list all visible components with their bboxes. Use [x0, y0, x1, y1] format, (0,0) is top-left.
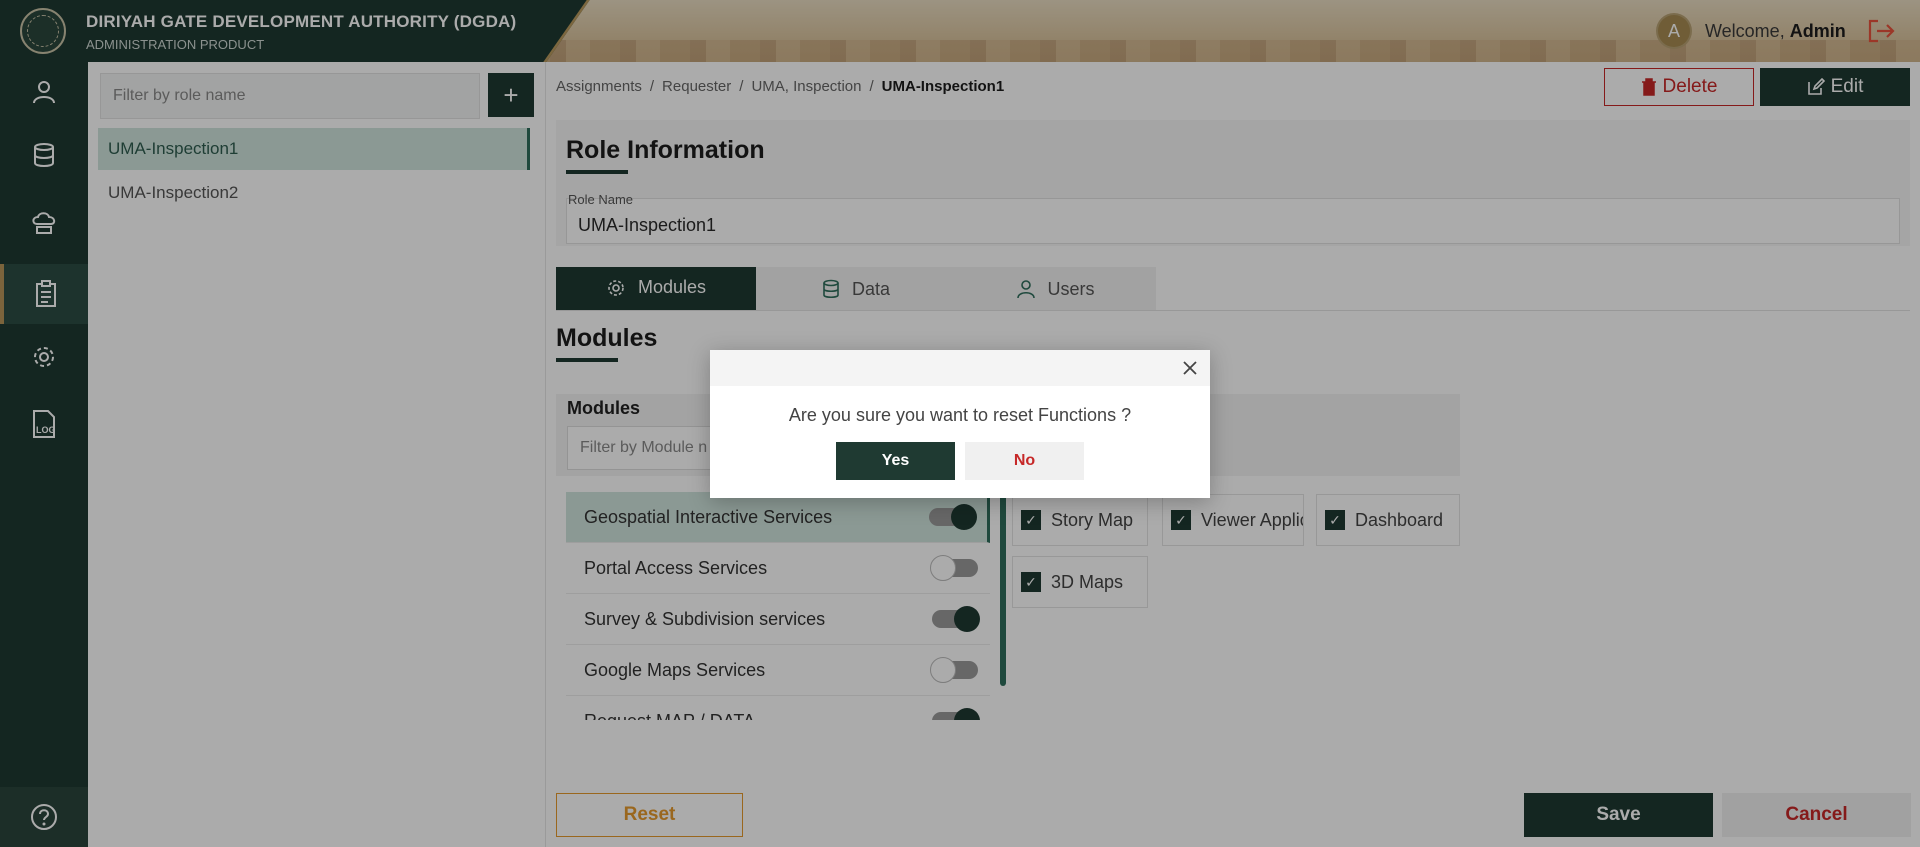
dialog-message: Are you sure you want to reset Functions…: [788, 405, 1132, 425]
no-button[interactable]: No: [965, 442, 1084, 480]
close-icon[interactable]: [1180, 358, 1200, 378]
confirm-dialog: Are you sure you want to reset Functions…: [710, 350, 1210, 498]
yes-button[interactable]: Yes: [836, 442, 955, 480]
dialog-header: [710, 350, 1210, 386]
